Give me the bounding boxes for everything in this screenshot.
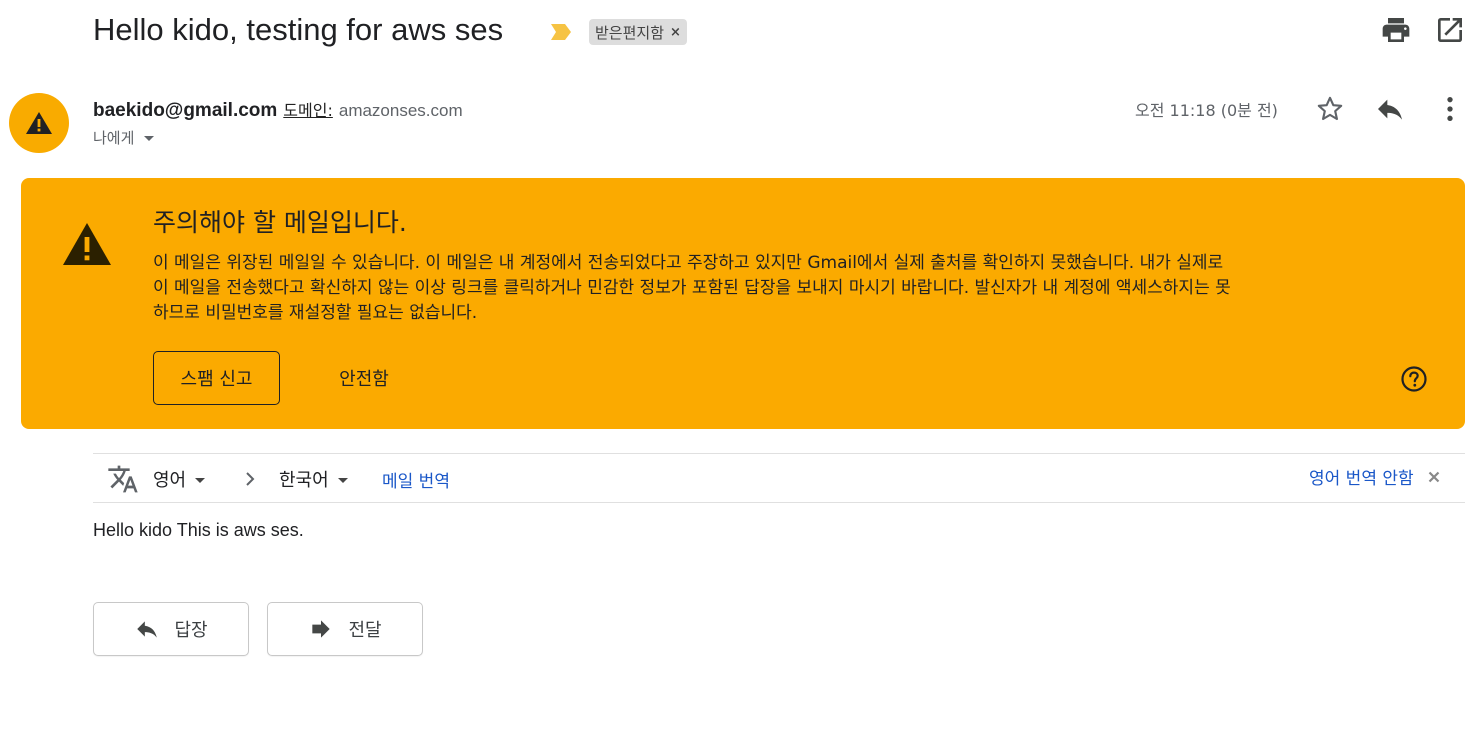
sender-info: baekido@gmail.com 도메인: amazonses.com xyxy=(93,97,463,122)
target-language-select[interactable]: 한국어 xyxy=(279,466,348,492)
email-subject: Hello kido, testing for aws ses xyxy=(93,12,504,47)
chevron-right-icon xyxy=(246,472,255,486)
email-timestamp: 오전 11:18 (0분 전) xyxy=(1135,101,1278,120)
translate-icon xyxy=(108,465,138,493)
target-language-label: 한국어 xyxy=(279,470,329,491)
source-language-label: 영어 xyxy=(153,470,187,491)
recipient-details-toggle[interactable]: 나에게 xyxy=(93,127,155,148)
report-spam-button[interactable]: 스팸 신고 xyxy=(153,351,280,405)
inbox-label-text: 받은편지함 xyxy=(595,23,665,42)
never-translate-link[interactable]: 영어 번역 안함 xyxy=(1309,464,1414,489)
mark-safe-button[interactable]: 안전함 xyxy=(320,351,408,405)
inbox-label-chip: 받은편지함 × xyxy=(589,19,687,45)
source-language-select[interactable]: 영어 xyxy=(153,466,206,492)
forward-icon xyxy=(312,620,331,638)
chevron-down-icon xyxy=(337,477,348,483)
chevron-down-icon xyxy=(144,136,155,141)
domain-value: amazonses.com xyxy=(338,101,463,120)
warning-message: 이 메일은 위장된 메일일 수 있습니다. 이 메일은 내 계정에서 전송되었다… xyxy=(153,253,1231,323)
warning-title: 주의해야 할 메일입니다. xyxy=(153,208,407,237)
recipient-label: 나에게 xyxy=(93,129,135,147)
translate-message-link[interactable]: 메일 번역 xyxy=(382,467,450,492)
reply-button-label: 답장 xyxy=(174,620,208,641)
reply-icon xyxy=(137,621,158,638)
star-icon[interactable] xyxy=(1314,93,1346,125)
more-options-icon[interactable] xyxy=(1434,93,1466,125)
sender-email[interactable]: baekido@gmail.com xyxy=(93,100,277,121)
message-body: Hello kido This is aws ses. xyxy=(93,520,304,540)
remove-label-button[interactable]: × xyxy=(670,25,681,40)
sender-avatar[interactable] xyxy=(9,93,69,153)
print-icon[interactable] xyxy=(1380,14,1412,46)
domain-label[interactable]: 도메인: xyxy=(283,101,333,120)
reply-button[interactable]: 답장 xyxy=(93,602,249,656)
chevron-down-icon xyxy=(195,477,206,483)
reply-icon[interactable] xyxy=(1374,93,1406,125)
forward-button-label: 전달 xyxy=(348,620,382,641)
importance-marker-icon[interactable] xyxy=(549,22,573,42)
open-in-new-window-icon[interactable] xyxy=(1434,14,1466,46)
help-icon[interactable] xyxy=(1400,365,1428,393)
close-icon[interactable] xyxy=(1426,469,1442,485)
forward-button[interactable]: 전달 xyxy=(267,602,423,656)
warning-icon xyxy=(63,223,111,265)
warning-icon xyxy=(26,112,52,134)
